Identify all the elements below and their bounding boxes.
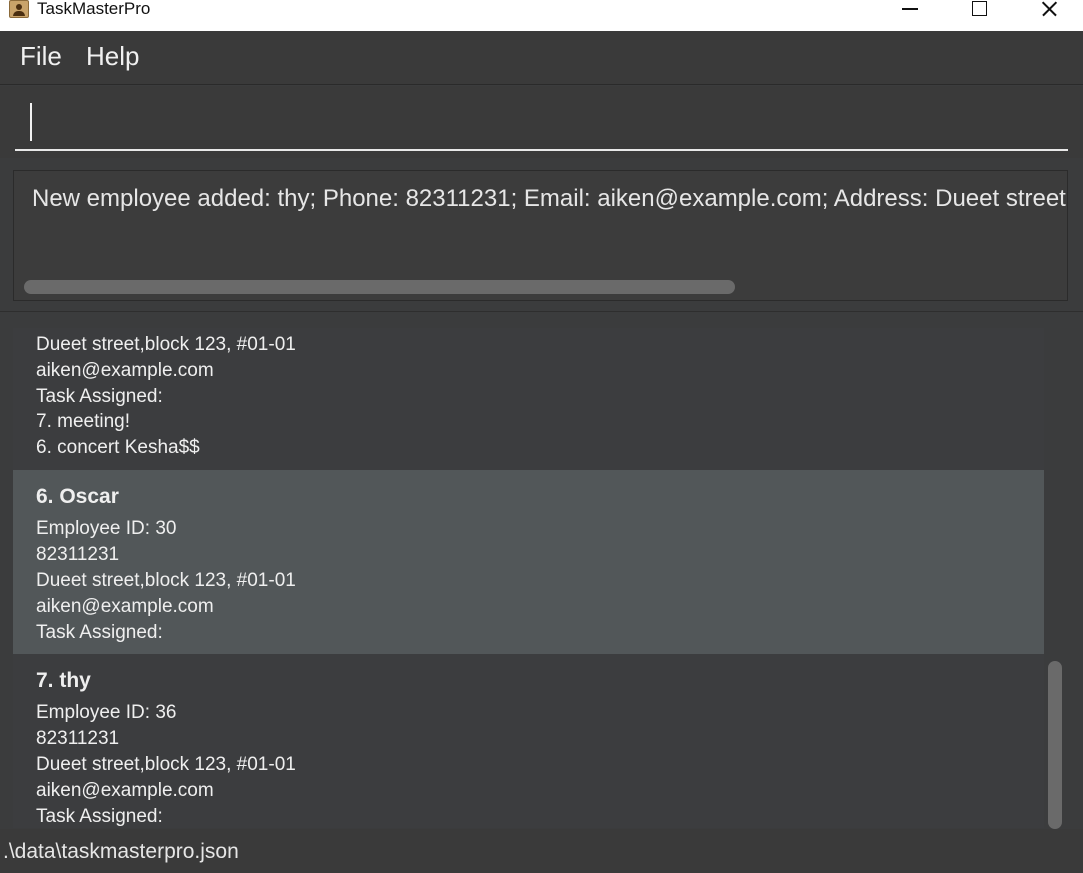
employee-address: Dueet street,block 123, #01-01 <box>36 334 296 355</box>
employee-card-selected[interactable]: 6. Oscar Employee ID: 30 82311231 Dueet … <box>13 470 1044 654</box>
divider <box>0 311 1083 312</box>
menu-help[interactable]: Help <box>86 41 139 72</box>
close-icon[interactable] <box>1026 0 1072 22</box>
employee-phone: 82311231 <box>36 728 120 749</box>
title-bar: TaskMasterPro <box>0 0 1083 31</box>
command-input[interactable] <box>15 98 1068 151</box>
task-item: 6. concert Kesha$$ <box>36 437 200 458</box>
employee-id: Employee ID: 30 <box>36 518 177 539</box>
task-assigned-label: Task Assigned: <box>36 386 163 407</box>
employee-email: aiken@example.com <box>36 360 214 381</box>
horizontal-scrollbar[interactable] <box>24 280 735 294</box>
command-area <box>0 86 1083 158</box>
maximize-icon[interactable] <box>956 0 1002 22</box>
employee-address: Dueet street,block 123, #01-01 <box>36 570 296 591</box>
task-item: 7. meeting! <box>36 411 130 432</box>
minimize-icon[interactable] <box>887 0 933 22</box>
employee-card[interactable]: Dueet street,block 123, #01-01 aiken@exa… <box>13 328 1044 470</box>
vertical-scrollbar[interactable] <box>1048 661 1062 829</box>
status-bar: .\data\taskmasterpro.json <box>0 829 1083 873</box>
text-caret <box>30 103 32 141</box>
task-assigned-label: Task Assigned: <box>36 806 163 827</box>
data-file-path: .\data\taskmasterpro.json <box>3 840 239 863</box>
result-text: New employee added: thy; Phone: 82311231… <box>32 185 1067 212</box>
employee-id: Employee ID: 36 <box>36 702 177 723</box>
menu-file[interactable]: File <box>20 41 62 72</box>
employee-phone: 82311231 <box>36 544 120 565</box>
employee-card[interactable]: 7. thy Employee ID: 36 82311231 Dueet st… <box>13 654 1044 828</box>
employee-email: aiken@example.com <box>36 596 214 617</box>
task-assigned-label: Task Assigned: <box>36 622 163 643</box>
menu-bar: File Help <box>0 31 1083 85</box>
employee-name: 7. thy <box>36 669 91 692</box>
contact-book-icon <box>9 0 29 18</box>
employee-list[interactable]: Dueet street,block 123, #01-01 aiken@exa… <box>13 328 1044 828</box>
employee-address: Dueet street,block 123, #01-01 <box>36 754 296 775</box>
result-display: New employee added: thy; Phone: 82311231… <box>13 170 1068 301</box>
window-title: TaskMasterPro <box>37 0 151 18</box>
employee-email: aiken@example.com <box>36 780 214 801</box>
employee-name: 6. Oscar <box>36 485 119 508</box>
